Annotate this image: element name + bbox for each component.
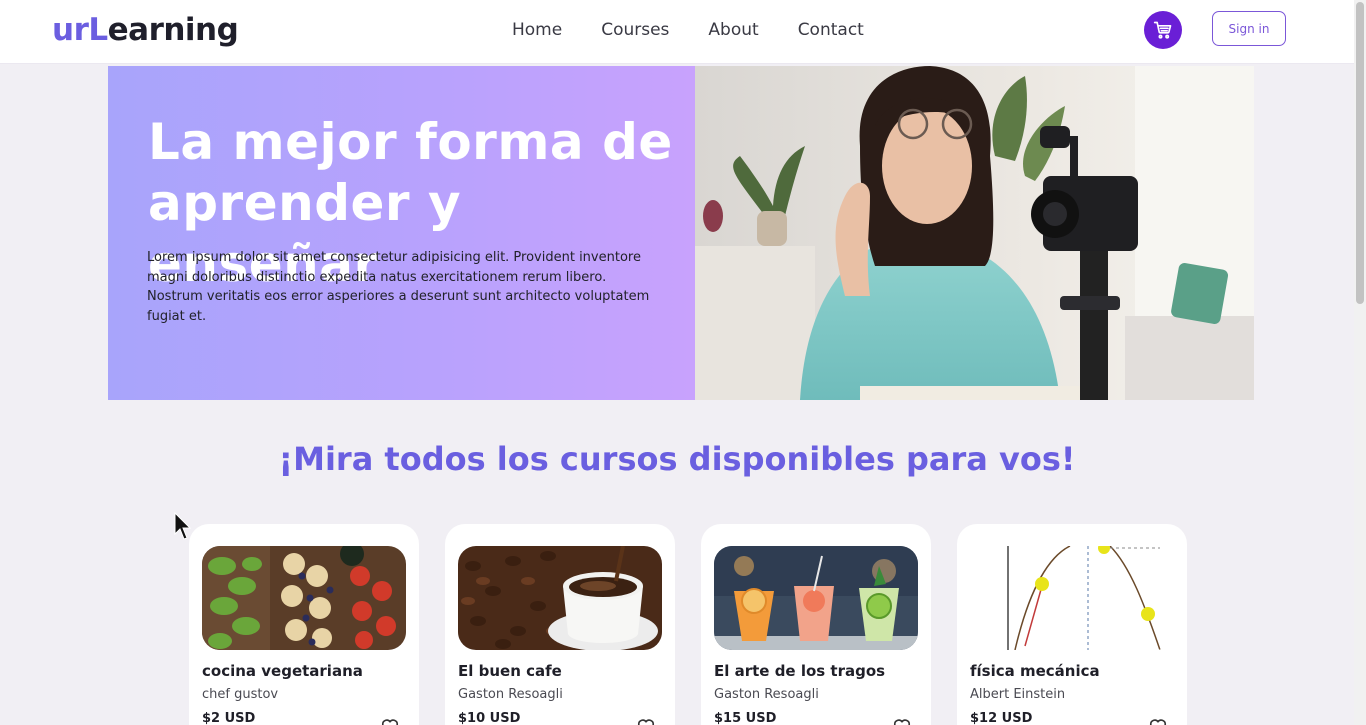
favorite-heart-icon[interactable] [635, 716, 657, 725]
nav-contact-link[interactable]: Contact [798, 20, 864, 40]
course-title: física mecánica [970, 662, 1100, 680]
course-author: Albert Einstein [970, 687, 1066, 702]
cart-button[interactable] [1144, 11, 1182, 49]
shopping-cart-icon [1153, 21, 1172, 39]
course-author: Gaston Resoagli [714, 687, 819, 702]
favorite-heart-icon[interactable] [891, 716, 913, 725]
course-author: Gaston Resoagli [458, 687, 563, 702]
course-price: $10 USD [458, 711, 521, 725]
nav-about-link[interactable]: About [708, 20, 758, 40]
main-nav: Home Courses About Contact [512, 20, 903, 40]
sign-in-button[interactable]: Sign in [1212, 11, 1286, 46]
favorite-heart-icon[interactable] [1147, 716, 1169, 725]
course-price: $15 USD [714, 711, 777, 725]
hero-photo-teacher-recording [695, 66, 1254, 400]
course-title: El arte de los tragos [714, 662, 886, 680]
course-card[interactable]: El arte de los tragos Gaston Resoagli $1… [701, 524, 931, 725]
logo-accent: urL [52, 12, 108, 48]
course-title: El buen cafe [458, 662, 562, 680]
page-scrollbar[interactable] [1354, 0, 1366, 725]
course-image-vegetarian-food [202, 546, 406, 650]
scrollbar-thumb[interactable] [1356, 2, 1364, 304]
course-image-cocktails [714, 546, 918, 650]
logo[interactable]: urLearning [52, 12, 239, 48]
course-card[interactable]: cocina vegetariana chef gustov $2 USD [189, 524, 419, 725]
course-author: chef gustov [202, 687, 279, 702]
course-image-physics-diagram [970, 546, 1174, 650]
nav-courses-link[interactable]: Courses [601, 20, 669, 40]
hero-banner: La mejor forma de aprender y enseñar Lor… [108, 66, 1254, 400]
course-title: cocina vegetariana [202, 662, 363, 680]
course-price: $12 USD [970, 711, 1033, 725]
nav-home-link[interactable]: Home [512, 20, 562, 40]
logo-rest: earning [107, 12, 239, 48]
courses-section-title: ¡Mira todos los cursos disponibles para … [278, 440, 1076, 478]
hero-title-line-1: La mejor forma de [148, 113, 673, 171]
site-header: urLearning Home Courses About Contact Si… [0, 0, 1354, 64]
course-price: $2 USD [202, 711, 256, 725]
favorite-heart-icon[interactable] [379, 716, 401, 725]
course-image-coffee [458, 546, 662, 650]
hero-description: Lorem ipsum dolor sit amet consectetur a… [147, 250, 650, 324]
course-card[interactable]: física mecánica Albert Einstein $12 USD [957, 524, 1187, 725]
mouse-cursor-icon [174, 512, 192, 540]
course-card[interactable]: El buen cafe Gaston Resoagli $10 USD [445, 524, 675, 725]
hero-text-panel: La mejor forma de aprender y enseñar Lor… [108, 66, 695, 400]
